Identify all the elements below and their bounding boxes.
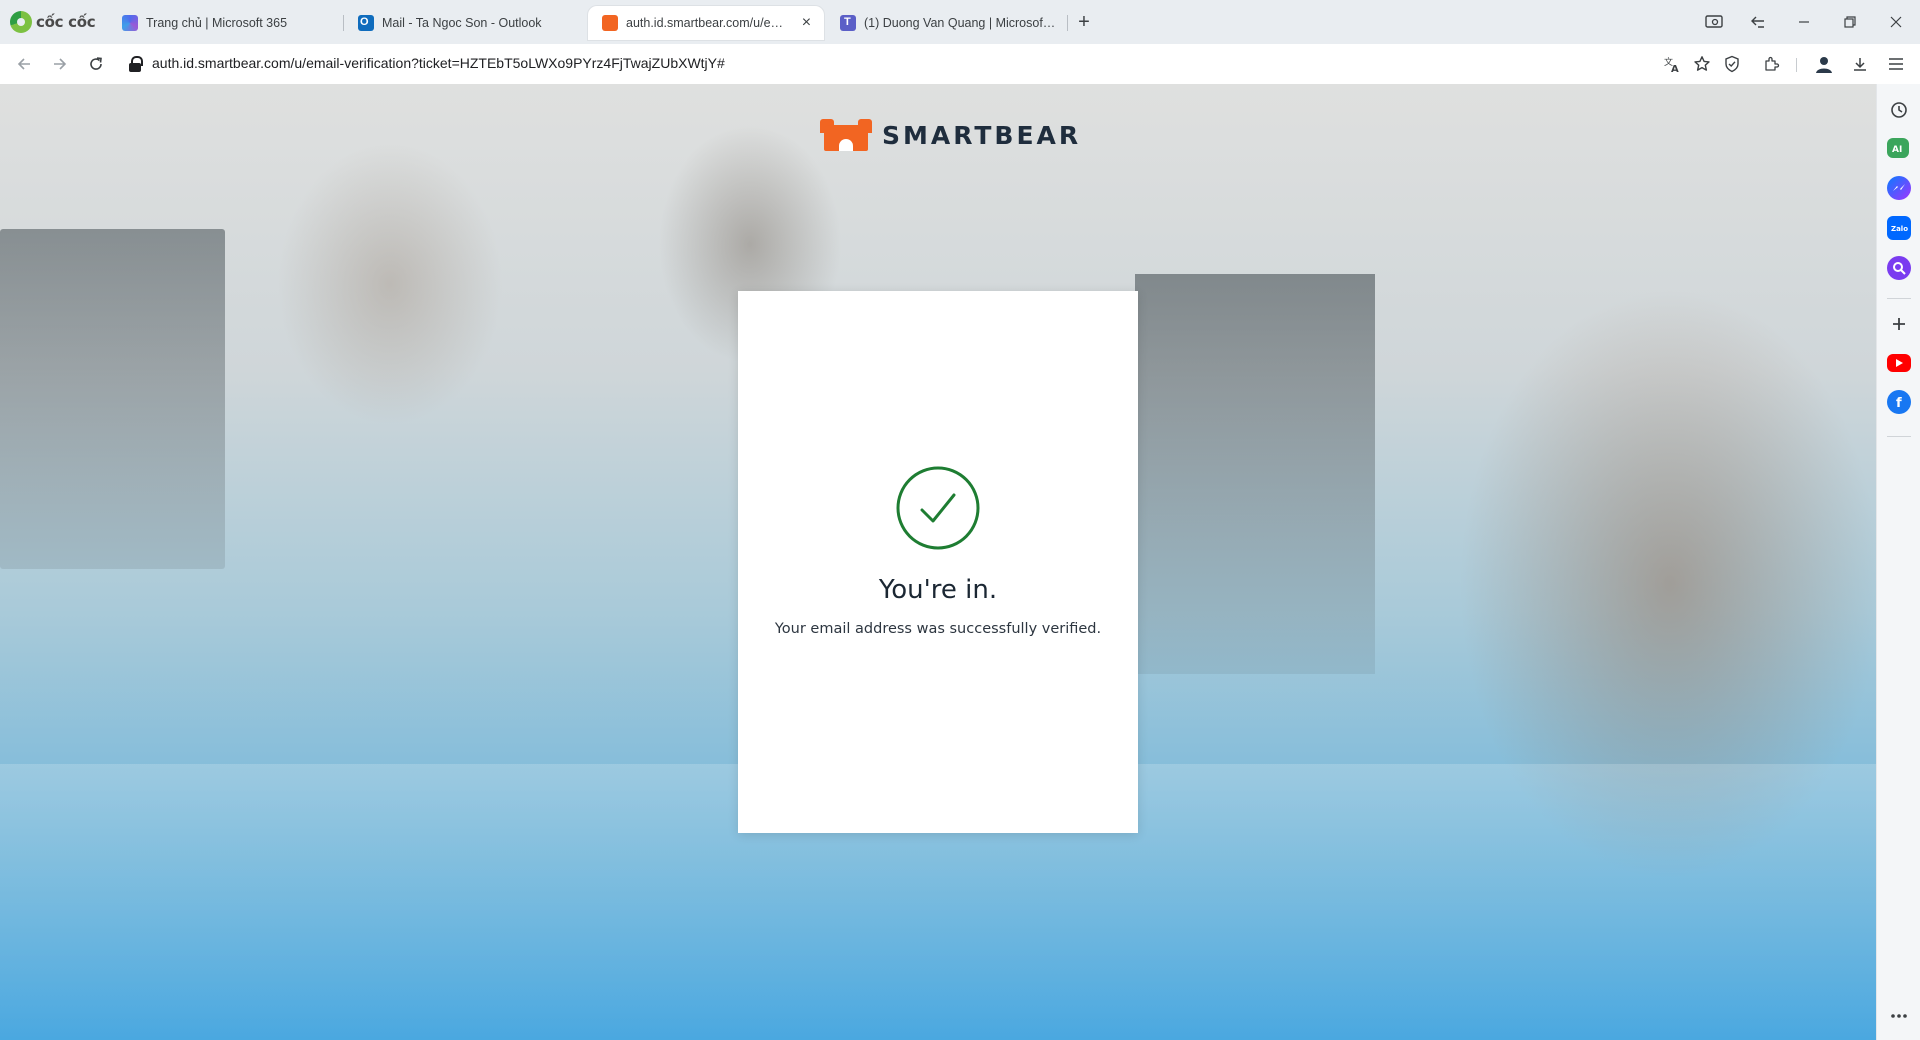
- messenger-icon[interactable]: [1887, 176, 1911, 200]
- tab-title: Trang chủ | Microsoft 365: [146, 16, 288, 30]
- logo-text: SMARTBEAR: [882, 120, 1082, 150]
- tab-teams[interactable]: (1) Duong Van Quang | Microsoft Te: [826, 6, 1068, 40]
- browser-toolbar: auth.id.smartbear.com/u/email-verificati…: [0, 44, 1920, 84]
- bookmark-star-icon[interactable]: [1690, 52, 1714, 76]
- translate-icon[interactable]: 文A: [1660, 52, 1684, 76]
- svg-text:A: A: [1671, 64, 1679, 73]
- add-sidebar-app-icon[interactable]: [1887, 312, 1911, 336]
- outlook-icon: [358, 15, 374, 31]
- youtube-icon[interactable]: [1887, 354, 1911, 372]
- tab-title: Mail - Ta Ngoc Son - Outlook: [382, 16, 542, 30]
- tab-title: auth.id.smartbear.com/u/email-: [626, 16, 789, 30]
- back-history-icon[interactable]: [1744, 8, 1772, 36]
- tab-smartbear[interactable]: auth.id.smartbear.com/u/email- ×: [588, 6, 824, 40]
- profile-avatar[interactable]: [1812, 52, 1836, 76]
- coccoc-logo-icon: [10, 11, 32, 33]
- microsoft-365-icon: [122, 15, 138, 31]
- smartbear-bear-icon: [820, 119, 872, 151]
- browser-brand[interactable]: cốc cốc: [10, 9, 96, 35]
- smartbear-logo[interactable]: SMARTBEAR: [820, 118, 1081, 152]
- close-tab-icon[interactable]: ×: [799, 14, 814, 32]
- svg-text:Zalo: Zalo: [1891, 225, 1908, 233]
- restore-icon[interactable]: [1836, 8, 1864, 36]
- download-icon[interactable]: [1848, 52, 1872, 76]
- menu-icon[interactable]: [1884, 52, 1908, 76]
- address-bar-url[interactable]: auth.id.smartbear.com/u/email-verificati…: [152, 55, 725, 71]
- verification-message: Your email address was successfully veri…: [774, 621, 1102, 637]
- zalo-icon[interactable]: Zalo: [1887, 216, 1911, 240]
- tab-title: (1) Duong Van Quang | Microsoft Te: [864, 16, 1058, 30]
- extensions-icon[interactable]: [1760, 52, 1784, 76]
- svg-text:f: f: [1896, 396, 1902, 409]
- search-assistant-icon[interactable]: [1887, 256, 1911, 280]
- smartbear-icon: [602, 15, 618, 31]
- back-icon[interactable]: [10, 50, 38, 78]
- history-icon[interactable]: [1887, 98, 1911, 122]
- success-check-icon: [896, 466, 980, 550]
- minimize-icon[interactable]: [1790, 8, 1818, 36]
- browser-sidebar: AI Zalo f: [1876, 84, 1920, 1040]
- tab-outlook[interactable]: Mail - Ta Ngoc Son - Outlook: [344, 6, 586, 40]
- lock-icon[interactable]: [128, 56, 144, 72]
- background-monitor-left: [0, 229, 225, 569]
- page-viewport: SMARTBEAR You're in. Your email address …: [0, 84, 1876, 1040]
- screen-capture-icon[interactable]: [1700, 8, 1728, 36]
- more-options-icon[interactable]: [1887, 1004, 1911, 1028]
- ai-assistant-icon[interactable]: AI: [1887, 138, 1909, 158]
- facebook-icon[interactable]: f: [1887, 390, 1911, 414]
- browser-brand-label: cốc cốc: [36, 13, 96, 31]
- forward-icon[interactable]: [46, 50, 74, 78]
- close-window-icon[interactable]: [1882, 8, 1910, 36]
- teams-icon: [840, 15, 856, 31]
- tab-microsoft-365[interactable]: Trang chủ | Microsoft 365: [108, 6, 344, 40]
- shield-icon[interactable]: [1720, 52, 1744, 76]
- page-title: You're in.: [878, 575, 998, 605]
- verification-card: You're in. Your email address was succes…: [738, 291, 1138, 833]
- reload-icon[interactable]: [82, 50, 110, 78]
- new-tab-button[interactable]: +: [1072, 10, 1096, 34]
- background-monitor-right: [1135, 274, 1375, 674]
- tab-strip: cốc cốc Trang chủ | Microsoft 365 Mail -…: [0, 0, 1920, 44]
- svg-text:AI: AI: [1892, 145, 1902, 153]
